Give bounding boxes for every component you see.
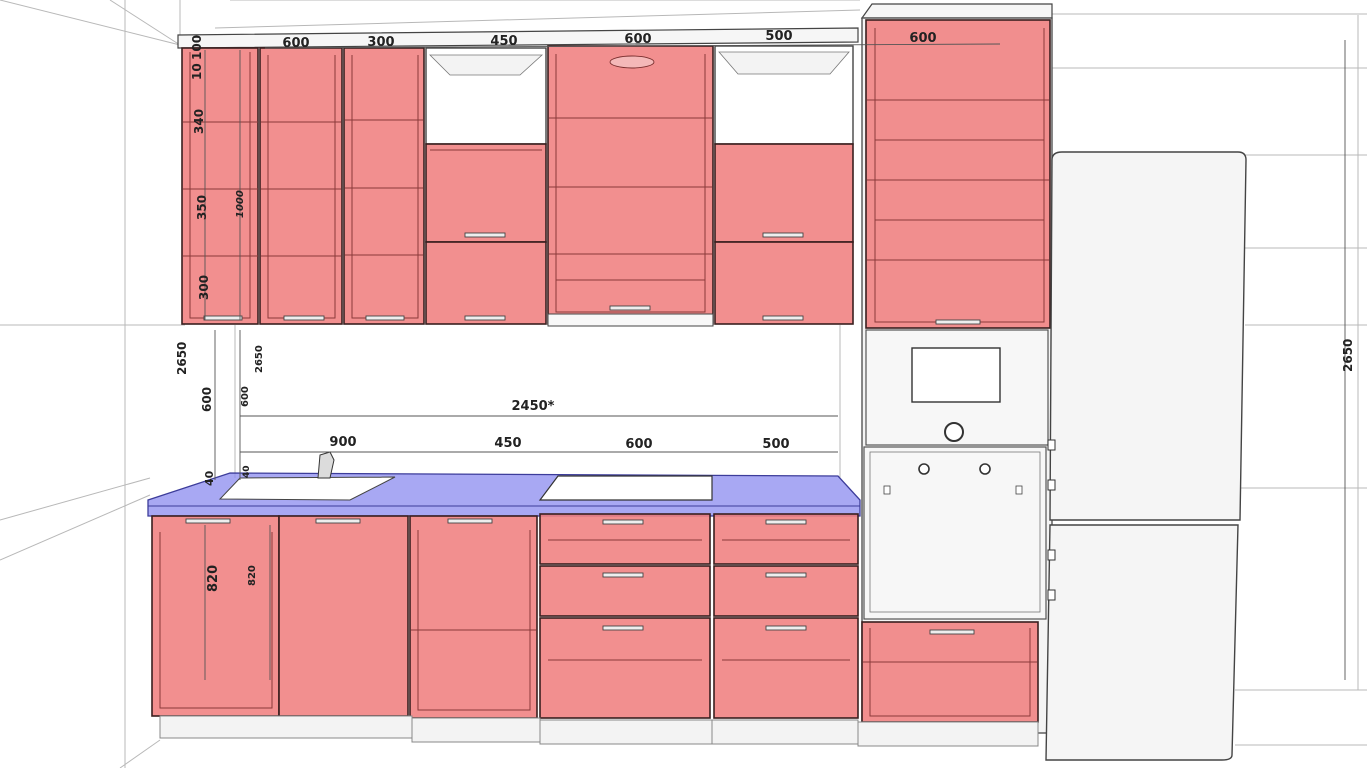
dim-upper-350: 350 [195, 195, 209, 220]
tall-column [861, 17, 1053, 734]
base-handle-2 [315, 518, 361, 524]
upper-cabinet-5 [547, 45, 714, 325]
dim-base-450: 450 [494, 436, 521, 451]
upper-cabinet-4-top [425, 143, 547, 243]
microwave-knob [944, 422, 964, 442]
dim-top-450: 450 [490, 34, 517, 49]
base-handle-4a [602, 519, 644, 525]
fridge-freezer-door [1049, 151, 1247, 521]
upper-cabinet-6-bottom [714, 241, 854, 325]
upper-handle-5 [609, 305, 651, 311]
dim-base-height: 820 [206, 565, 221, 592]
kitchen-diagram: 600 300 450 600 500 600 10 100 340 350 3… [0, 0, 1367, 768]
base-cabinets [151, 513, 859, 719]
dim-right-height: 2650 [1341, 339, 1355, 372]
upper-handle-4b [464, 315, 506, 321]
tall-upper-cabinet [865, 19, 1051, 329]
upper-handle-6a [762, 232, 804, 238]
upper-cabinets [181, 45, 854, 327]
upper-handle-1 [203, 315, 243, 321]
upper-handle-4a [464, 232, 506, 238]
base-handle-5b [765, 572, 807, 578]
oven-knob-right [979, 463, 991, 475]
upper-cabinet-2 [259, 47, 343, 325]
base-drawer-5c [713, 617, 859, 719]
dim-upper-100: 100 [190, 35, 204, 60]
dim-base-height-small: 820 [247, 565, 258, 586]
upper-handle-2 [283, 315, 325, 321]
base-handle-3 [447, 518, 493, 524]
upper-cabinet-4-bottom [425, 241, 547, 325]
base-cabinet-3 [409, 515, 538, 719]
dim-overall-height: 2650 [175, 342, 189, 375]
dim-base-900: 900 [329, 435, 356, 450]
oven [863, 446, 1047, 620]
oven-knob-left [918, 463, 930, 475]
tall-drawer-handle [929, 629, 975, 635]
dim-base-600: 600 [625, 437, 652, 452]
dim-top-600-b: 600 [624, 32, 651, 47]
base-handle-1 [185, 518, 231, 524]
upper-cabinet-1 [181, 47, 259, 325]
dim-counter-small: 40 [242, 465, 252, 478]
base-handle-4c [602, 625, 644, 631]
dim-backsplash-width: 2450* [512, 399, 555, 414]
tall-handle [935, 319, 981, 325]
dim-upper-300: 300 [197, 275, 211, 300]
dim-top-600-a: 600 [282, 36, 309, 51]
upper-cabinet-3 [343, 47, 425, 325]
upper-handle-3 [365, 315, 405, 321]
dim-overall-height-small: 2650 [254, 345, 265, 373]
base-drawer-4c [539, 617, 711, 719]
dim-top-600-c: 600 [909, 31, 936, 46]
microwave-window [911, 347, 1001, 403]
dim-backsplash-small: 600 [240, 386, 251, 407]
dim-top-500: 500 [765, 29, 792, 44]
refrigerator [1045, 151, 1247, 761]
dim-base-500: 500 [762, 437, 789, 452]
dim-counter-thickness: 40 [203, 470, 216, 486]
dim-upper-10: 10 [190, 63, 204, 80]
dim-top-300: 300 [367, 35, 394, 50]
base-handle-5c [765, 625, 807, 631]
dim-upper-340: 340 [192, 109, 206, 134]
upper-cabinet-6-top [714, 143, 854, 243]
base-cabinet-2 [278, 515, 409, 717]
base-handle-4b [602, 572, 644, 578]
tall-bottom-drawer [861, 621, 1039, 723]
hob [538, 475, 713, 501]
fridge-main-door [1045, 524, 1239, 761]
base-handle-5a [765, 519, 807, 525]
dim-upper-total: 1000 [235, 190, 246, 218]
upper-handle-6b [762, 315, 804, 321]
countertop [147, 451, 861, 517]
base-cabinet-1 [151, 515, 280, 717]
dim-backsplash: 600 [200, 387, 214, 412]
